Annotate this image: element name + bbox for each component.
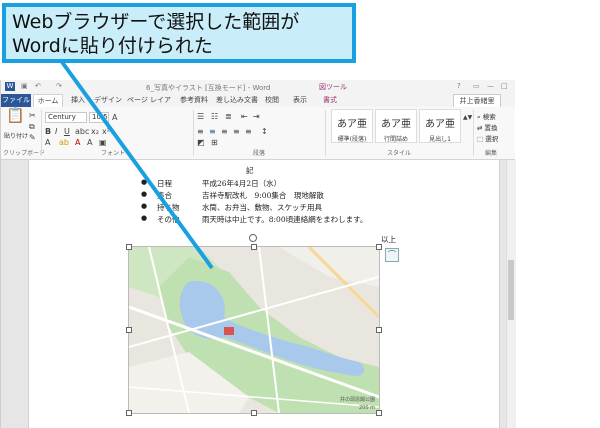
callout-line2: Wordに貼り付けられた <box>12 35 213 57</box>
callout-line1: Webブラウザーで選択した範囲が <box>12 11 300 33</box>
callout-box: Webブラウザーで選択した範囲が Wordに貼り付けられた <box>2 3 356 63</box>
callout-pointer <box>60 60 214 270</box>
